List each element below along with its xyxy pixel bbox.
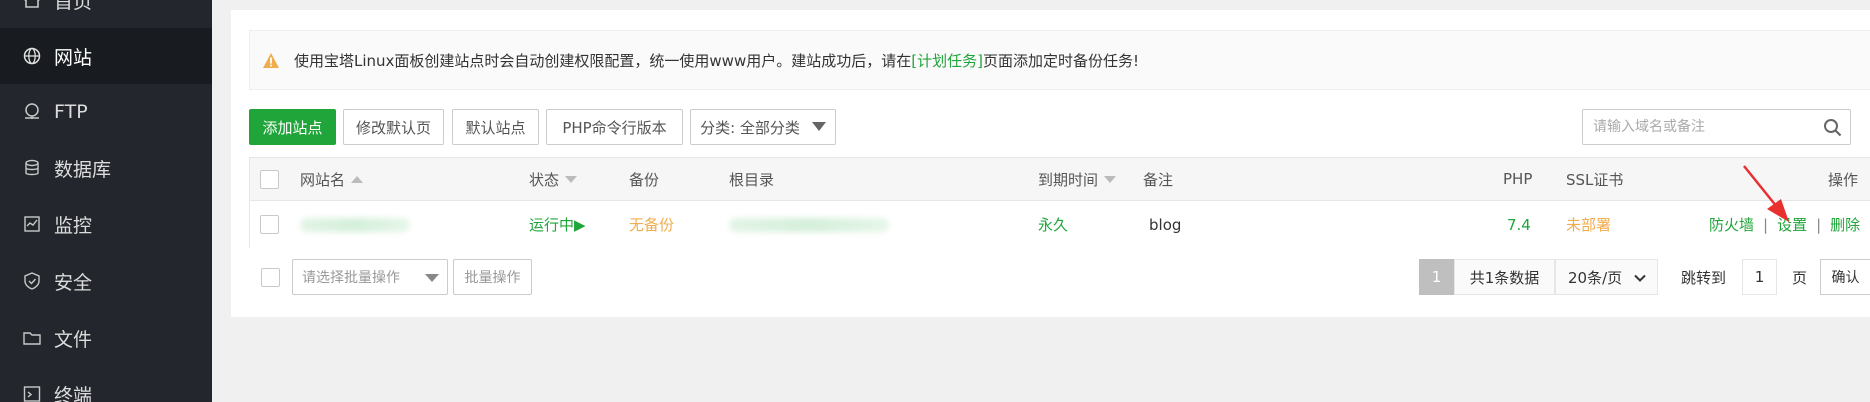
- default-site-button[interactable]: 默认站点: [452, 109, 539, 145]
- header-root: 根目录: [729, 170, 775, 189]
- sidebar-item-files[interactable]: 文件: [0, 310, 212, 366]
- ssl-status[interactable]: 未部署: [1566, 201, 1611, 248]
- sites-table: 网站名 状态 备份 根目录 到期时间 备注 PHP SSL证书 操作 运行中▶ …: [249, 157, 1870, 248]
- remark-value[interactable]: blog: [1149, 201, 1181, 248]
- header-ssl: SSL证书: [1566, 170, 1624, 189]
- sidebar-item-label: 网站: [54, 46, 93, 69]
- caret-down-icon: [425, 274, 439, 282]
- separator: |: [1816, 215, 1822, 234]
- header-remark: 备注: [1143, 170, 1174, 189]
- sidebar-item-database[interactable]: 数据库: [0, 140, 212, 196]
- sidebar-item-security[interactable]: 安全: [0, 253, 212, 309]
- footer-select-all-checkbox[interactable]: [261, 268, 280, 287]
- header-php: PHP: [1503, 170, 1533, 188]
- category-dropdown[interactable]: 分类: 全部分类: [690, 109, 836, 145]
- batch-action-select[interactable]: 请选择批量操作: [292, 259, 448, 295]
- edit-default-page-button[interactable]: 修改默认页: [343, 109, 444, 145]
- current-page[interactable]: 1: [1419, 259, 1454, 295]
- header-expire-label: 到期时间: [1038, 170, 1099, 189]
- status-running[interactable]: 运行中▶: [529, 201, 586, 248]
- header-expire[interactable]: 到期时间: [1038, 158, 1117, 200]
- backup-status[interactable]: 无备份: [629, 201, 674, 248]
- search-input[interactable]: [1583, 110, 1813, 144]
- select-all-cell: [260, 158, 279, 200]
- delete-link[interactable]: 删除: [1830, 214, 1860, 235]
- sort-desc-icon: [1104, 175, 1117, 183]
- select-all-checkbox[interactable]: [260, 169, 279, 189]
- ftp-icon: [22, 102, 42, 122]
- header-status-label: 状态: [529, 170, 560, 189]
- category-dropdown-label: 分类: 全部分类: [700, 118, 800, 137]
- sidebar: 首页 网站 FTP 数据库 监控 安全 文件 终端: [0, 0, 212, 402]
- globe-icon: [22, 46, 42, 66]
- sidebar-item-label: 数据库: [54, 158, 112, 181]
- sidebar-item-label: 首页: [54, 0, 93, 13]
- expire-date[interactable]: 永久: [1038, 201, 1068, 248]
- header-name[interactable]: 网站名: [300, 158, 364, 200]
- sidebar-item-ftp[interactable]: FTP: [0, 84, 212, 140]
- alert-text: 使用宝塔Linux面板创建站点时会自动创建权限配置，统一使用www用户。建站成功…: [294, 50, 1139, 71]
- separator: |: [1763, 215, 1769, 234]
- row-checkbox[interactable]: [260, 215, 279, 234]
- search-box: [1582, 109, 1851, 145]
- page-size-select[interactable]: 20条/页: [1555, 259, 1658, 295]
- root-dir-redacted[interactable]: [729, 201, 889, 248]
- warning-icon: [262, 52, 280, 73]
- row-select-cell: [260, 201, 279, 248]
- sidebar-item-label: 安全: [54, 271, 93, 294]
- settings-link[interactable]: 设置: [1777, 214, 1807, 235]
- sidebar-item-website[interactable]: 网站: [0, 28, 212, 84]
- database-icon: [22, 158, 42, 178]
- header-actions: 操作: [1828, 170, 1859, 189]
- caret-down-icon: [811, 119, 826, 135]
- shield-icon: [22, 271, 42, 291]
- sidebar-item-label: 终端: [54, 384, 93, 402]
- confirm-jump-button[interactable]: 确认: [1820, 259, 1870, 295]
- batch-action-button[interactable]: 批量操作: [453, 259, 532, 295]
- terminal-icon: [22, 384, 42, 402]
- home-icon: [22, 0, 42, 10]
- batch-action-placeholder: 请选择批量操作: [302, 270, 400, 286]
- table-row: 运行中▶ 无备份 永久 blog 7.4 未部署 防火墙 | 设置 | 删除: [250, 201, 1870, 248]
- sidebar-item-home[interactable]: 首页: [0, 0, 212, 28]
- header-backup: 备份: [629, 170, 660, 189]
- page-size-value: 20条/页: [1568, 268, 1623, 287]
- site-name-redacted[interactable]: [300, 201, 410, 248]
- row-actions: 防火墙 | 设置 | 删除: [1709, 201, 1860, 248]
- php-cli-version-button[interactable]: PHP命令行版本: [546, 109, 683, 145]
- jump-label: 跳转到: [1681, 268, 1727, 287]
- add-site-button[interactable]: 添加站点: [249, 109, 336, 145]
- search-icon[interactable]: [1823, 118, 1842, 141]
- scheduled-task-link[interactable]: [计划任务]: [911, 52, 983, 70]
- monitor-icon: [22, 214, 42, 234]
- header-status[interactable]: 状态: [529, 158, 578, 200]
- sort-asc-icon: [351, 175, 364, 183]
- jump-page-input[interactable]: 1: [1742, 259, 1777, 295]
- redacted-block: [729, 217, 889, 232]
- info-alert: 使用宝塔Linux面板创建站点时会自动创建权限配置，统一使用www用户。建站成功…: [249, 30, 1870, 90]
- alert-text-before: 使用宝塔Linux面板创建站点时会自动创建权限配置，统一使用www用户。建站成功…: [294, 51, 912, 70]
- alert-text-after: 页面添加定时备份任务!: [982, 51, 1139, 70]
- table-header: 网站名 状态 备份 根目录 到期时间 备注 PHP SSL证书 操作: [250, 158, 1870, 201]
- sidebar-item-label: FTP: [54, 101, 88, 123]
- site-panel: 使用宝塔Linux面板创建站点时会自动创建权限配置，统一使用www用户。建站成功…: [231, 10, 1870, 317]
- folder-icon: [22, 328, 42, 348]
- sidebar-item-monitor[interactable]: 监控: [0, 196, 212, 252]
- chevron-down-icon: [1633, 271, 1647, 289]
- sidebar-item-label: 文件: [54, 328, 93, 351]
- total-count: 共1条数据: [1454, 259, 1555, 295]
- redacted-block: [300, 217, 410, 232]
- firewall-link[interactable]: 防火墙: [1709, 214, 1754, 235]
- sidebar-item-label: 监控: [54, 214, 93, 237]
- sidebar-item-terminal[interactable]: 终端: [0, 366, 212, 402]
- page-unit-label: 页: [1792, 268, 1808, 287]
- header-name-label: 网站名: [300, 170, 346, 189]
- sort-desc-icon: [565, 175, 578, 183]
- php-version[interactable]: 7.4: [1507, 201, 1531, 248]
